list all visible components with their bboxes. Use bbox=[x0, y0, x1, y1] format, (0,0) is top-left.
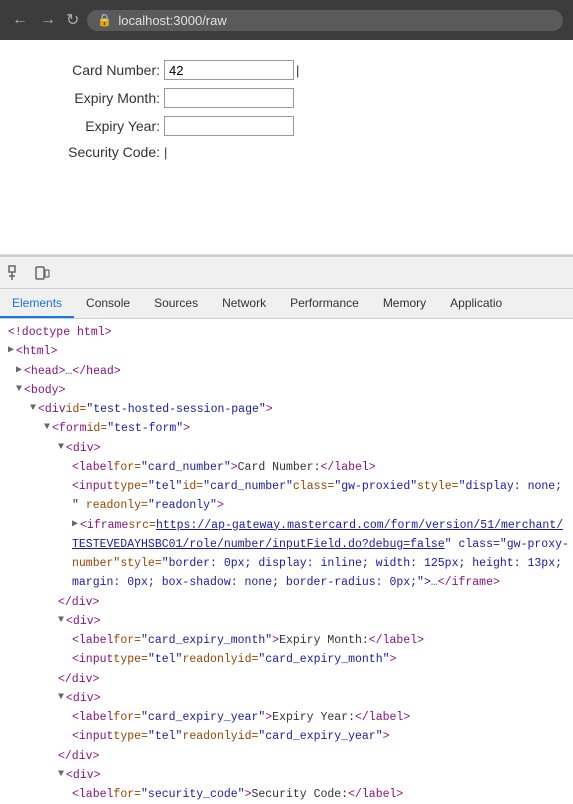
html-line-iframe-card: ▶ <iframe src=https://ap-gateway.masterc… bbox=[0, 516, 573, 535]
page-content: Card Number: | Expiry Month: Expiry Year… bbox=[0, 40, 573, 255]
card-number-row: Card Number: | bbox=[40, 60, 533, 80]
html-line-input-card-number: <input type="tel" id="card_number" class… bbox=[0, 477, 573, 496]
elements-panel: <!doctype html> ▶<html> ▶<head>…</head> … bbox=[0, 319, 573, 804]
html-line-div1-open: ▼<div> bbox=[0, 439, 573, 458]
address-bar[interactable]: 🔒 localhost:3000/raw bbox=[87, 10, 563, 31]
html-line-input-expiry-year: <input type="tel" readonly id="card_expi… bbox=[0, 727, 573, 746]
expiry-year-label: Expiry Year: bbox=[40, 118, 160, 134]
devtools-toolbar bbox=[0, 257, 573, 289]
expiry-month-input[interactable] bbox=[164, 88, 294, 108]
tab-application[interactable]: Application bbox=[438, 289, 514, 318]
html-line-input-card-readonly: " readonly="readonly"> bbox=[0, 496, 573, 515]
devtools-panel: Elements Console Sources Network Perform… bbox=[0, 255, 573, 804]
html-line-div3-open: ▼<div> bbox=[0, 689, 573, 708]
html-line-label-expiry-month: <label for="card_expiry_month">Expiry Mo… bbox=[0, 631, 573, 650]
html-line-label-security-code: <label for="security_code">Security Code… bbox=[0, 785, 573, 804]
html-line-div3-close: </div> bbox=[0, 747, 573, 766]
tab-performance[interactable]: Performance bbox=[278, 289, 371, 318]
expiry-month-row: Expiry Month: bbox=[40, 88, 533, 108]
html-line-div4-open: ▼<div> bbox=[0, 766, 573, 785]
tab-network[interactable]: Network bbox=[210, 289, 278, 318]
tab-sources[interactable]: Sources bbox=[142, 289, 210, 318]
security-code-cursor: | bbox=[164, 145, 167, 160]
forward-button[interactable]: → bbox=[38, 11, 58, 29]
card-number-input[interactable] bbox=[164, 60, 294, 80]
html-line-input-expiry-month: <input type="tel" readonly id="card_expi… bbox=[0, 650, 573, 669]
device-icon[interactable] bbox=[30, 261, 54, 285]
url-text: localhost:3000/raw bbox=[118, 13, 226, 28]
browser-chrome: ← → ↻ 🔒 localhost:3000/raw bbox=[0, 0, 573, 40]
tab-elements[interactable]: Elements bbox=[0, 289, 74, 318]
inspect-icon[interactable] bbox=[4, 261, 28, 285]
html-line-form-test: ▼<form id="test-form"> bbox=[0, 419, 573, 438]
html-line-label-card-number: <label for="card_number">Card Number:</l… bbox=[0, 458, 573, 477]
lock-icon: 🔒 bbox=[97, 13, 112, 27]
security-code-row: Security Code: | bbox=[40, 144, 533, 160]
html-line-div-test-hosted: ▼<div id="test-hosted-session-page"> bbox=[0, 400, 573, 419]
expiry-year-row: Expiry Year: bbox=[40, 116, 533, 136]
expiry-year-input[interactable] bbox=[164, 116, 294, 136]
security-code-label: Security Code: bbox=[40, 144, 160, 160]
html-line-html: ▶<html> bbox=[0, 342, 573, 361]
html-line-div1-close: </div> bbox=[0, 593, 573, 612]
tab-console[interactable]: Console bbox=[74, 289, 142, 318]
reload-button[interactable]: ↻ bbox=[66, 10, 79, 30]
back-button[interactable]: ← bbox=[10, 11, 30, 29]
html-line-doctype: <!doctype html> bbox=[0, 323, 573, 342]
html-line-div2-close: </div> bbox=[0, 670, 573, 689]
html-line-head: ▶<head>…</head> bbox=[0, 362, 573, 381]
card-number-label: Card Number: bbox=[40, 62, 160, 78]
devtools-tabs[interactable]: Elements Console Sources Network Perform… bbox=[0, 289, 573, 319]
cursor-indicator: | bbox=[296, 63, 299, 78]
html-line-iframe-card-style: number" style="border: 0px; display: inl… bbox=[0, 554, 573, 573]
html-line-iframe-card-url2: TESTEVEDAYHSBC01/role/number/inputField.… bbox=[0, 535, 573, 554]
html-line-label-expiry-year: <label for="card_expiry_year">Expiry Yea… bbox=[0, 708, 573, 727]
tab-memory[interactable]: Memory bbox=[371, 289, 438, 318]
expiry-month-label: Expiry Month: bbox=[40, 90, 160, 106]
html-line-iframe-card-margin: margin: 0px; box-shadow: none; border-ra… bbox=[0, 573, 573, 592]
html-line-body-open: ▼<body> bbox=[0, 381, 573, 400]
html-line-div2-open: ▼<div> bbox=[0, 612, 573, 631]
